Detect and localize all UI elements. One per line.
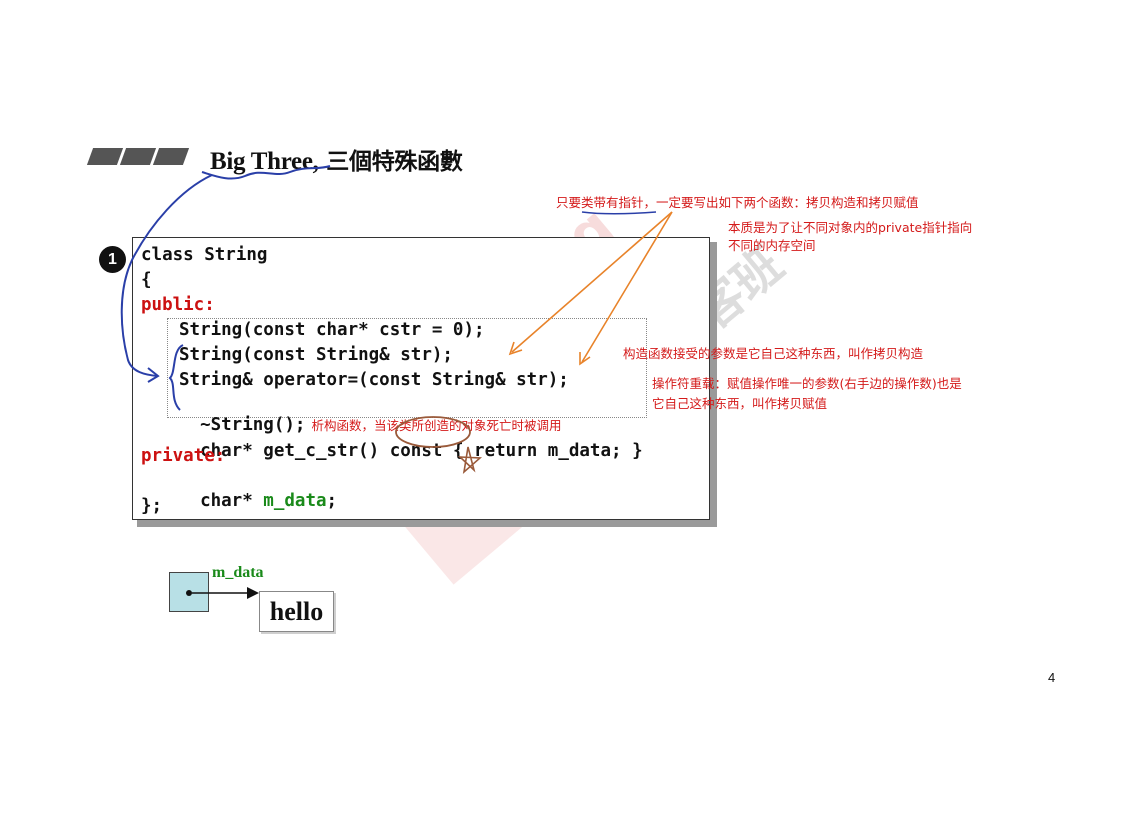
brace-stroke bbox=[168, 344, 184, 411]
arrow-to-copy-ctor bbox=[511, 211, 673, 353]
title-underline-stroke bbox=[201, 165, 331, 180]
const-star bbox=[457, 446, 483, 475]
note-underline-stroke bbox=[581, 211, 657, 215]
arrow-to-copy-assign bbox=[581, 211, 673, 363]
annotation-strokes bbox=[120, 165, 673, 599]
title-loop-stroke bbox=[120, 174, 213, 377]
const-circle bbox=[395, 416, 471, 448]
